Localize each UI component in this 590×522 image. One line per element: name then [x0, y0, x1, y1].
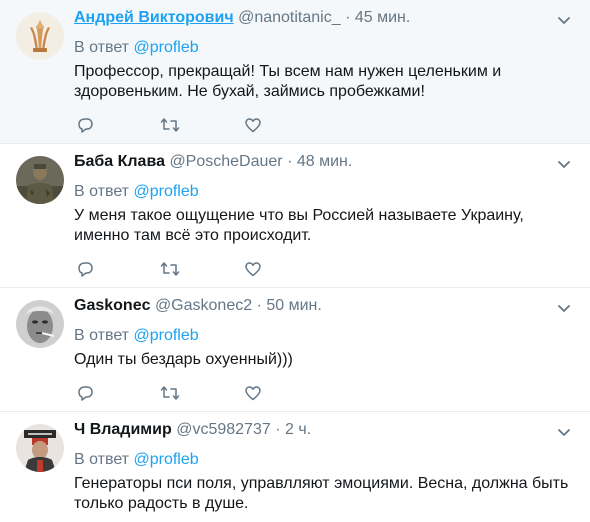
separator-dot: ·	[275, 421, 281, 438]
avatar[interactable]	[16, 424, 64, 472]
emblem-avatar-image	[16, 12, 64, 60]
retweet-icon[interactable]	[160, 384, 180, 404]
tweet-header: Ч Владимир @vc5982737 · 2 ч.	[74, 420, 578, 440]
timestamp[interactable]: 2 ч.	[285, 421, 311, 438]
reply-prefix: В ответ	[74, 183, 130, 200]
tweet-text: Генераторы пси поля, управлляют эмоциями…	[74, 475, 569, 512]
tweet-text: У меня такое ощущение что вы Россией наз…	[74, 207, 524, 244]
chevron-down-icon[interactable]	[556, 424, 572, 440]
chevron-down-icon[interactable]	[556, 12, 572, 28]
reply-mention[interactable]: @profleb	[133, 183, 198, 200]
reply-mention[interactable]: @profleb	[133, 327, 198, 344]
tweet-actions	[74, 384, 274, 404]
reply-context: В ответ @profleb	[74, 326, 578, 346]
author-handle[interactable]: @Gaskonec2	[155, 297, 252, 314]
author-name[interactable]: Баба Клава	[74, 153, 165, 170]
author-handle[interactable]: @PoscheDauer	[169, 153, 282, 170]
tweet-header: Gaskonec @Gaskonec2 · 50 мин.	[74, 296, 578, 316]
retweet-icon[interactable]	[160, 116, 180, 136]
tweet[interactable]: Баба Клава @PoscheDauer · 48 мин. В отве…	[0, 144, 590, 288]
timestamp[interactable]: 45 мин.	[355, 9, 410, 26]
separator-dot: ·	[287, 153, 293, 170]
author-name[interactable]: Ч Владимир	[74, 421, 172, 438]
tweet[interactable]: Андрей Викторович @nanotitanic_ · 45 мин…	[0, 0, 590, 144]
reply-context: В ответ @profleb	[74, 182, 578, 202]
avatar[interactable]	[16, 156, 64, 204]
like-icon[interactable]	[244, 260, 264, 280]
tweet-text: Один ты бездарь охуенный)))	[74, 351, 293, 368]
reply-prefix: В ответ	[74, 39, 130, 56]
timestamp[interactable]: 48 мин.	[297, 153, 352, 170]
tweet[interactable]: Ч Владимир @vc5982737 · 2 ч. В ответ @pr…	[0, 412, 590, 522]
tweet-header: Андрей Викторович @nanotitanic_ · 45 мин…	[74, 8, 578, 28]
retweet-icon[interactable]	[160, 260, 180, 280]
author-name[interactable]: Андрей Викторович	[74, 9, 234, 26]
reply-icon[interactable]	[76, 260, 96, 280]
author-handle[interactable]: @nanotitanic_	[238, 9, 341, 26]
avatar[interactable]	[16, 12, 64, 60]
like-icon[interactable]	[244, 384, 264, 404]
poster-avatar-image	[16, 424, 64, 472]
reply-prefix: В ответ	[74, 327, 130, 344]
chevron-down-icon[interactable]	[556, 300, 572, 316]
author-name[interactable]: Gaskonec	[74, 297, 150, 314]
like-icon[interactable]	[244, 116, 264, 136]
tweet-text: Профессор, прекращай! Ты всем нам нужен …	[74, 63, 502, 100]
reply-context: В ответ @profleb	[74, 450, 578, 470]
reply-prefix: В ответ	[74, 451, 130, 468]
tweet-actions	[74, 116, 274, 136]
reply-mention[interactable]: @profleb	[133, 39, 198, 56]
portrait-avatar-image	[16, 300, 64, 348]
reply-mention[interactable]: @profleb	[133, 451, 198, 468]
soldier-avatar-image	[16, 156, 64, 204]
reply-context: В ответ @profleb	[74, 38, 578, 58]
author-handle[interactable]: @vc5982737	[176, 421, 271, 438]
chevron-down-icon[interactable]	[556, 156, 572, 172]
tweet-actions	[74, 260, 274, 280]
timestamp[interactable]: 50 мин.	[266, 297, 321, 314]
reply-icon[interactable]	[76, 116, 96, 136]
tweet[interactable]: Gaskonec @Gaskonec2 · 50 мин. В ответ @p…	[0, 288, 590, 412]
separator-dot: ·	[256, 297, 262, 314]
separator-dot: ·	[345, 9, 351, 26]
reply-icon[interactable]	[76, 384, 96, 404]
avatar[interactable]	[16, 300, 64, 348]
tweet-header: Баба Клава @PoscheDauer · 48 мин.	[74, 152, 578, 172]
